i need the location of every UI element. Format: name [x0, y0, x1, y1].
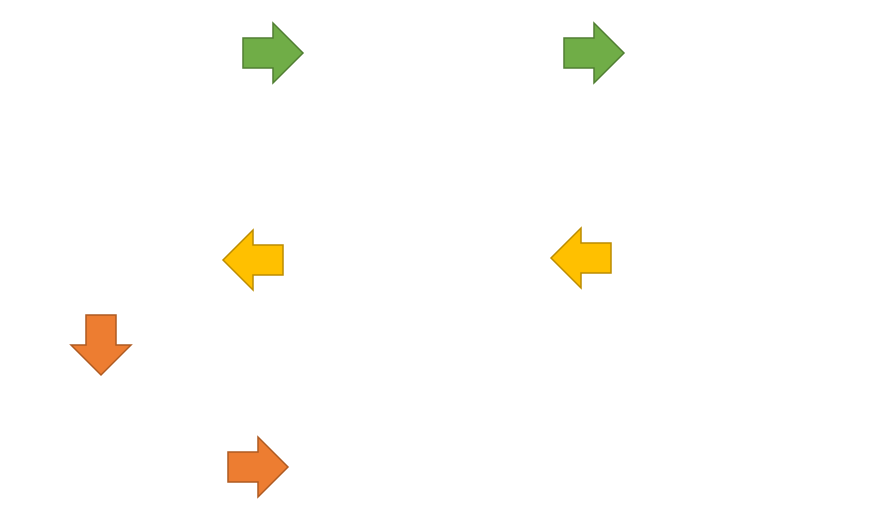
orange-right-arrow-icon [227, 435, 290, 499]
diagram-canvas [69, 21, 626, 499]
green-right-arrow-icon [242, 21, 305, 85]
yellow-left-arrow-icon [549, 226, 612, 290]
orange-down-arrow-icon [69, 314, 133, 377]
green-right-arrow-icon [563, 21, 626, 85]
yellow-left-arrow-icon [221, 228, 284, 292]
